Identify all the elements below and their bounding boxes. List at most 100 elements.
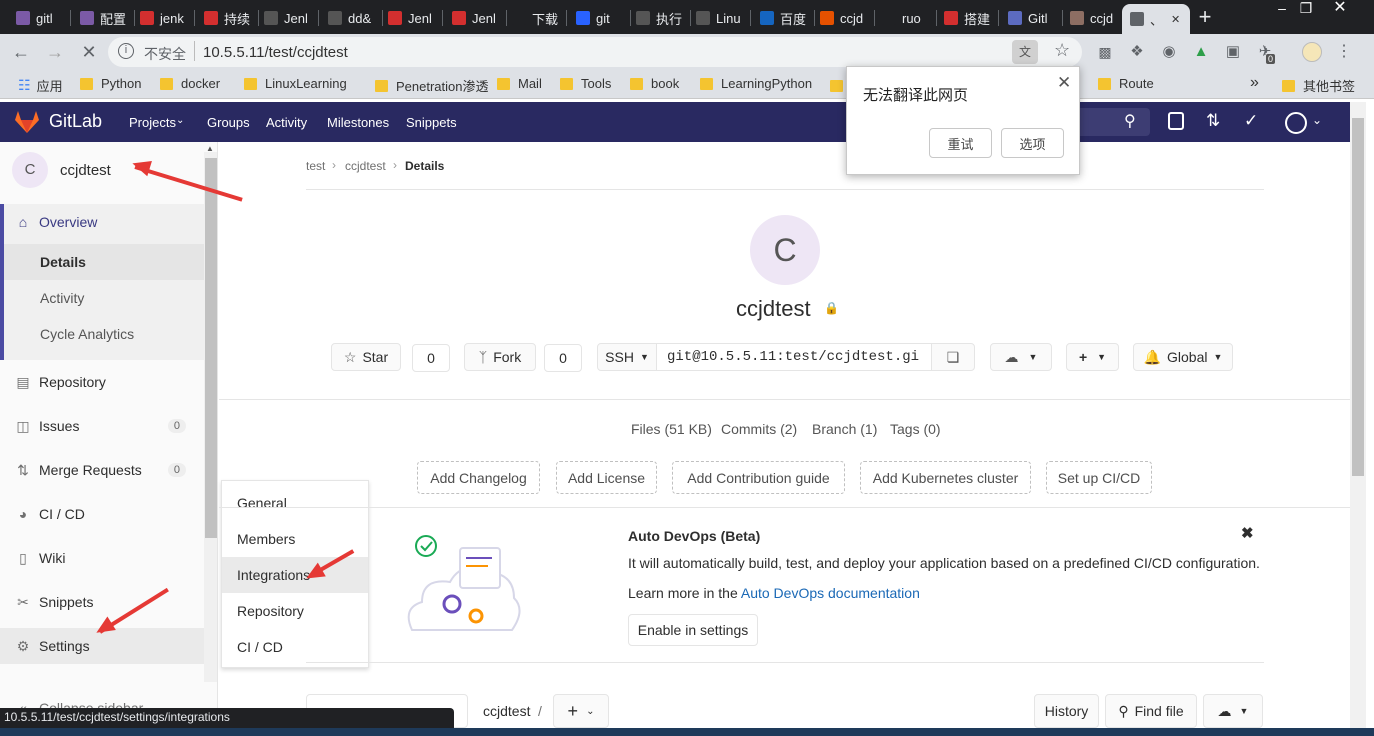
browser-tab[interactable]: Jenl [256,4,316,32]
restore-button[interactable]: ❐ [1292,0,1320,18]
stat-commits[interactable]: Commits (2) [721,421,797,437]
sidebar-sub-details[interactable]: Details [4,244,204,280]
search-icon[interactable]: ⚲ [1124,111,1136,131]
info-icon[interactable]: i [118,43,134,59]
browser-tab[interactable]: jenk [132,4,192,32]
stat-branch[interactable]: Branch (1) [812,421,877,437]
retry-button[interactable]: 重试 [929,128,992,158]
merge-request-icon[interactable]: ⇅ [1206,111,1220,131]
more-bookmarks-icon[interactable]: » [1250,74,1259,92]
page-scroll-thumb[interactable] [1352,118,1364,476]
stat-tags[interactable]: Tags (0) [890,421,941,437]
setup-ci-cd-button[interactable]: Set up CI/CD [1046,461,1152,494]
options-button[interactable]: 选项 [1001,128,1064,158]
fork-count[interactable]: 0 [544,344,582,372]
extension-menu-icon[interactable]: ▩ [1096,42,1114,62]
add-kubernetes-cluster-button[interactable]: Add Kubernetes cluster [860,461,1031,494]
close-window-button[interactable]: ✕ [1326,0,1354,18]
flyout-ci-cd[interactable]: CI / CD [222,629,368,665]
bookmark-star-icon[interactable]: ☆ [1054,40,1070,61]
forward-icon[interactable]: → [44,42,66,62]
profile-avatar[interactable] [1302,42,1322,62]
bookmark-item[interactable]: 其他书签 [1282,76,1355,95]
history-button[interactable]: History [1034,694,1099,728]
folder-icon[interactable] [830,80,843,92]
sidebar-item-wiki[interactable]: ▯ Wiki [0,540,204,576]
dismiss-close-icon[interactable]: ✖ [1241,524,1254,542]
sidebar-item-overview[interactable]: ⌂ Overview [0,204,204,240]
stat-files[interactable]: Files (51 KB) [631,421,712,437]
close-icon[interactable]: ✕ [1057,73,1071,93]
bookmark-item[interactable]: LinuxLearning [244,76,347,91]
user-chevron-icon[interactable]: ⌄ [1312,113,1322,127]
sidebar-item-ci-cd[interactable]: ◕ CI / CD [0,496,204,532]
browser-tab[interactable]: ruo [874,4,934,32]
dropbox-icon[interactable]: ❖ [1128,42,1146,62]
star-button[interactable]: ☆ Star [331,343,401,371]
nav-projects[interactable]: Projects [129,115,176,130]
nav-groups[interactable]: Groups [207,115,250,130]
nav-milestones[interactable]: Milestones [327,115,389,130]
stop-loading-icon[interactable]: ✕ [78,42,100,62]
translate-icon[interactable]: 文 [1012,40,1038,64]
address-bar[interactable]: i 不安全 10.5.5.11/test/ccjdtest 文 ☆ [108,37,1082,67]
browser-tab[interactable]: Gitl [1000,4,1060,32]
star-count[interactable]: 0 [412,344,450,372]
bookmark-item[interactable]: docker [160,76,220,91]
todo-icon[interactable] [1168,112,1184,130]
browser-tab[interactable]: 百度 [752,4,812,32]
gitlab-brand[interactable]: GitLab [49,111,102,132]
browser-tab[interactable]: Jenl [380,4,440,32]
download-dropdown[interactable]: ☁ ▼ [990,343,1052,371]
bookmark-item[interactable]: Route [1098,76,1154,91]
browser-tab[interactable]: gitl [8,4,68,32]
add-license-button[interactable]: Add License [556,461,657,494]
new-tab-button[interactable]: + [1193,6,1217,30]
sidebar-scroll-thumb[interactable] [205,158,217,538]
chrome-menu-icon[interactable]: ⋮ [1336,42,1352,62]
new-item-dropdown[interactable]: + ▼ [1066,343,1119,371]
back-icon[interactable]: ← [10,42,32,62]
browser-tab[interactable]: 下载 [504,4,564,32]
gitlab-logo-icon[interactable] [14,110,40,134]
browser-tab[interactable]: git [568,4,628,32]
download-archive-dropdown[interactable]: ☁ ▼ [1203,694,1263,728]
issues-check-icon[interactable]: ✓ [1244,111,1258,131]
clone-protocol-dropdown[interactable]: SSH ▼ [597,343,657,371]
project-avatar[interactable]: C [12,152,48,188]
sidebar-item-repository[interactable]: ▤ Repository [0,364,204,400]
bookmark-item[interactable]: book [630,76,679,91]
browser-tab[interactable]: Linu [688,4,748,32]
bookmark-item[interactable]: LearningPython [700,76,812,91]
browser-tab[interactable]: Jenl [444,4,504,32]
fork-button[interactable]: ᛉ Fork [464,343,536,371]
flyout-integrations[interactable]: Integrations [222,557,368,593]
autodevops-docs-link[interactable]: Auto DevOps documentation [741,585,920,601]
url-text[interactable]: 10.5.5.11/test/ccjdtest [203,44,348,61]
sidebar-sub-cycle-analytics[interactable]: Cycle Analytics [4,316,204,352]
bookmark-item[interactable]: Penetration渗透 [375,76,489,95]
add-changelog-button[interactable]: Add Changelog [417,461,540,494]
google-drive-icon[interactable]: ▲ [1192,42,1210,62]
breadcrumb-project[interactable]: ccjdtest [345,159,386,173]
find-file-button[interactable]: ⚲ Find file [1105,694,1197,728]
browser-tab[interactable]: 持续 [196,4,256,32]
browser-tab[interactable]: ccjd [812,4,872,32]
breadcrumb-group[interactable]: test [306,159,325,173]
browser-tab[interactable]: 搭建 [936,4,996,32]
bookmark-item[interactable]: Mail [497,76,542,91]
browser-tab[interactable]: dd& [320,4,380,32]
scroll-up-arrow-icon[interactable]: ▲ [206,144,214,153]
nav-snippets[interactable]: Snippets [406,115,457,130]
add-contribution-guide-button[interactable]: Add Contribution guide [672,461,845,494]
repo-path[interactable]: ccjdtest [483,703,530,719]
sidebar-item-issues[interactable]: ◫ Issues 0 [0,408,204,444]
browser-tab[interactable]: 、 ✕ [1122,4,1190,34]
flyout-general[interactable]: General [222,485,368,521]
enable-in-settings-button[interactable]: Enable in settings [628,614,758,646]
flyout-repository[interactable]: Repository [222,593,368,629]
bookmark-item[interactable]: Tools [560,76,611,91]
browser-tab[interactable]: 配置 [72,4,132,32]
notification-dropdown[interactable]: 🔔 Global ▼ [1133,343,1233,371]
sidebar-item-snippets[interactable]: ✂ Snippets [0,584,204,620]
